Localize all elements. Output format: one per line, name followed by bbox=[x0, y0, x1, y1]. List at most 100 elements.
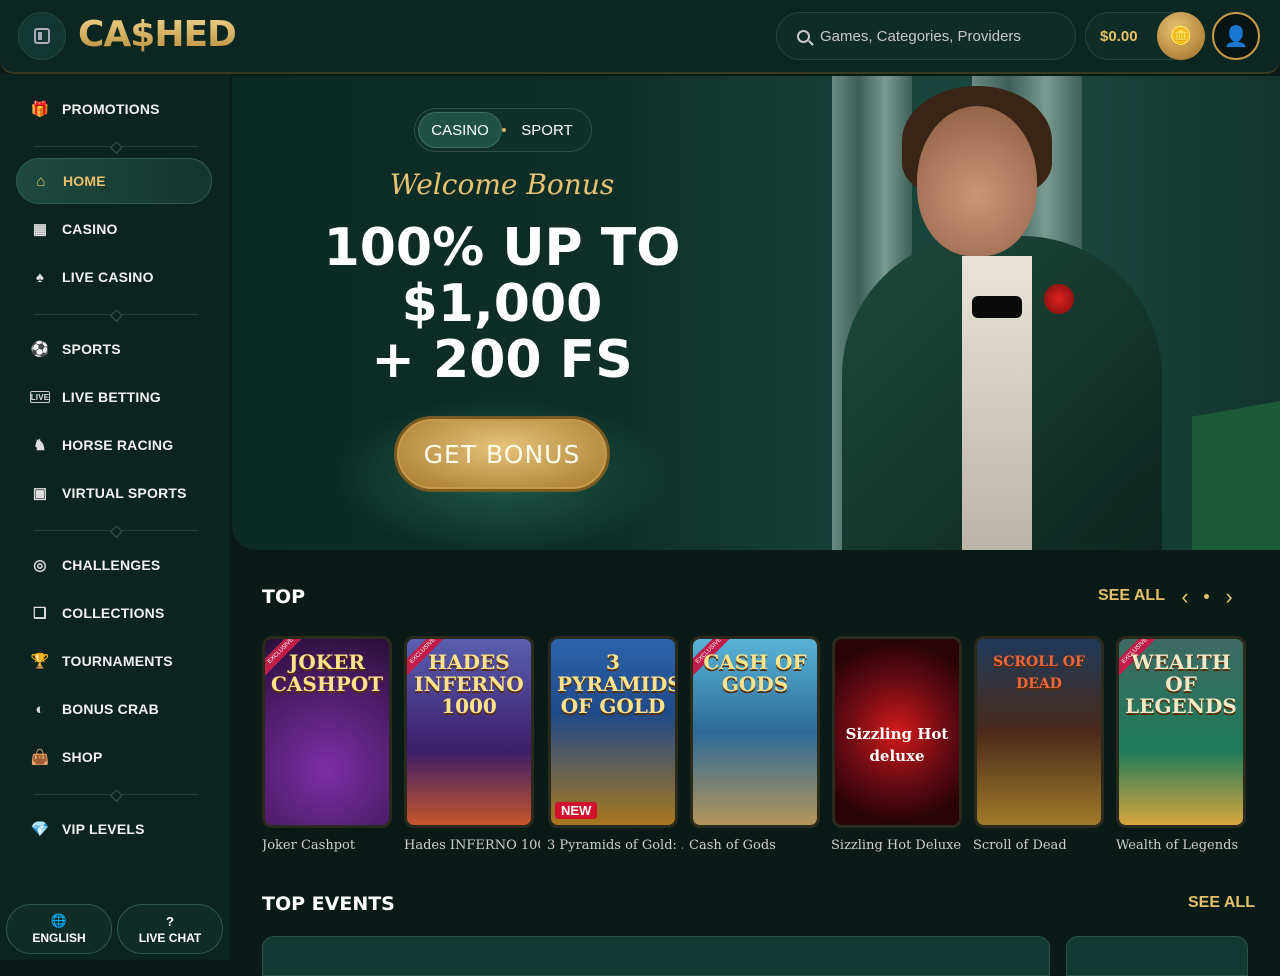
sidebar-item-tournaments[interactable]: 🏆 TOURNAMENTS bbox=[16, 638, 212, 684]
bonus-line-3: + 200 FS bbox=[371, 330, 633, 390]
game-name[interactable]: Sizzling Hot Deluxe bbox=[831, 838, 967, 853]
game-card-3-pyramids[interactable]: 3 PYRAMIDS OF GOLD NEW bbox=[548, 636, 678, 828]
event-card[interactable] bbox=[1066, 936, 1248, 976]
home-icon: ⌂ bbox=[36, 172, 46, 190]
coins-icon: 🪙 bbox=[1169, 25, 1193, 46]
game-name[interactable]: Cash of Gods bbox=[689, 838, 825, 853]
sidebar-toggle-button[interactable] bbox=[18, 12, 66, 60]
bonus-line-1: 100% UP TO bbox=[323, 218, 681, 278]
language-label: ENGLISH bbox=[32, 931, 86, 945]
sidebar-item-challenges[interactable]: ◎ CHALLENGES bbox=[16, 542, 212, 588]
game-name[interactable]: Hades INFERNO 1000 bbox=[404, 838, 540, 853]
divider bbox=[34, 794, 198, 795]
sidebar-item-label: LIVE CASINO bbox=[62, 269, 154, 285]
logo[interactable]: CA$HED bbox=[78, 14, 237, 55]
game-name[interactable]: Wealth of Legends bbox=[1116, 838, 1252, 853]
live-chat-label: LIVE CHAT bbox=[138, 930, 202, 945]
get-bonus-button[interactable]: GET BONUS bbox=[394, 416, 610, 492]
cards-icon: ♠ bbox=[35, 268, 45, 286]
see-all-events-link[interactable]: SEE ALL bbox=[1188, 894, 1255, 912]
hero-man-image bbox=[822, 86, 1162, 550]
next-arrow-icon[interactable]: › bbox=[1216, 584, 1242, 610]
sidebar-item-label: SPORTS bbox=[62, 341, 121, 357]
user-icon: 👤 bbox=[1223, 25, 1249, 48]
divider bbox=[34, 146, 198, 147]
sidebar-item-label: COLLECTIONS bbox=[62, 605, 165, 621]
game-name[interactable]: 3 Pyramids of Gold: ... bbox=[547, 838, 683, 853]
help-icon: ? bbox=[166, 913, 174, 929]
sidebar: 🎁 PROMOTIONS ⌂ HOME ▦ CASINO ♠ LIVE CASINO ⚽… bbox=[0, 74, 230, 960]
game-card-wealth-of-legends[interactable]: EXCLUSIVE WEALTH OF LEGENDS bbox=[1116, 636, 1246, 828]
sidebar-item-label: HORSE RACING bbox=[62, 437, 174, 453]
flag-icon: 🌐 bbox=[50, 913, 68, 928]
see-all-top-link[interactable]: SEE ALL bbox=[1098, 587, 1165, 605]
section-title-top: TOP bbox=[262, 586, 306, 608]
sidebar-item-label: HOME bbox=[63, 173, 106, 189]
search-placeholder: Games, Categories, Providers bbox=[820, 27, 1021, 45]
virtual-screen-icon: ▣ bbox=[32, 485, 48, 502]
sidebar-item-label: VIP LEVELS bbox=[62, 821, 145, 837]
live-chat-button[interactable]: ? LIVE CHAT bbox=[117, 904, 223, 954]
pagination-dot bbox=[1204, 594, 1209, 599]
sidebar-item-sports[interactable]: ⚽ SPORTS bbox=[16, 326, 212, 372]
game-card-hades-inferno[interactable]: EXCLUSIVE HADES INFERNO 1000 bbox=[404, 636, 534, 828]
casino-sport-toggle: CASINO SPORT bbox=[414, 108, 592, 152]
game-card-sizzling-hot[interactable]: Sizzling Hot deluxe bbox=[832, 636, 962, 828]
sidebar-item-label: CHALLENGES bbox=[62, 557, 161, 573]
tab-casino[interactable]: CASINO bbox=[418, 112, 502, 148]
casino-chip-image bbox=[1044, 284, 1074, 314]
sidebar-item-label: BONUS CRAB bbox=[62, 701, 159, 717]
sidebar-item-promotions[interactable]: 🎁 PROMOTIONS bbox=[16, 86, 212, 132]
sidebar-item-label: SHOP bbox=[62, 749, 103, 765]
prev-arrow-icon[interactable]: ‹ bbox=[1172, 584, 1198, 610]
top-header: CA$HED Games, Categories, Providers $0.0… bbox=[0, 0, 1280, 74]
sidebar-item-live-casino[interactable]: ♠ LIVE CASINO bbox=[16, 254, 212, 300]
event-card[interactable] bbox=[262, 936, 1050, 976]
shopping-bag-icon: 👜 bbox=[30, 749, 50, 766]
game-art-title: 3 PYRAMIDS OF GOLD bbox=[557, 650, 678, 718]
game-name[interactable]: Joker Cashpot bbox=[262, 838, 398, 853]
balance-amount: $0.00 bbox=[1100, 27, 1138, 45]
sidebar-item-live-betting[interactable]: LIVE LIVE BETTING bbox=[16, 374, 212, 420]
language-button[interactable]: 🌐 ENGLISH bbox=[6, 904, 112, 954]
game-card-cash-of-gods[interactable]: EXCLUSIVE CASH OF GODS bbox=[690, 636, 820, 828]
profile-button[interactable]: 👤 bbox=[1212, 12, 1260, 60]
divider bbox=[34, 314, 198, 315]
bonus-headline: 100% UP TO $1,000 + 200 FS bbox=[292, 220, 712, 388]
claw-icon: ◐ bbox=[35, 700, 45, 718]
sidebar-item-label: LIVE BETTING bbox=[62, 389, 161, 405]
search-input[interactable]: Games, Categories, Providers bbox=[776, 12, 1076, 60]
game-card-joker-cashpot[interactable]: EXCLUSIVE JOKER CASHPOT bbox=[262, 636, 392, 828]
sidebar-item-shop[interactable]: 👜 SHOP bbox=[16, 734, 212, 780]
sidebar-item-vip-levels[interactable]: 💎 VIP LEVELS bbox=[16, 806, 212, 852]
bonus-line-2: $1,000 bbox=[401, 274, 603, 334]
tab-sport[interactable]: SPORT bbox=[506, 112, 588, 148]
sidebar-item-label: CASINO bbox=[62, 221, 118, 237]
sidebar-item-collections[interactable]: ❏ COLLECTIONS bbox=[16, 590, 212, 636]
game-name[interactable]: Scroll of Dead bbox=[973, 838, 1109, 853]
hero-banner: CASINO SPORT Welcome Bonus 100% UP TO $1… bbox=[232, 76, 1280, 550]
sidebar-toggle-icon bbox=[34, 28, 50, 44]
wallet-button[interactable]: 🪙 bbox=[1157, 12, 1205, 60]
game-card-scroll-of-dead[interactable]: SCROLL OF DEAD bbox=[974, 636, 1104, 828]
divider bbox=[34, 530, 198, 531]
game-art-title: HADES INFERNO 1000 bbox=[414, 650, 524, 718]
game-art-title: JOKER CASHPOT bbox=[271, 650, 384, 696]
trophy-icon: 🏆 bbox=[30, 653, 50, 670]
sidebar-item-casino[interactable]: ▦ CASINO bbox=[16, 206, 212, 252]
sidebar-item-virtual-sports[interactable]: ▣ VIRTUAL SPORTS bbox=[16, 470, 212, 516]
game-art-title: WEALTH OF LEGENDS bbox=[1125, 650, 1237, 718]
sidebar-item-horse-racing[interactable]: ♞ HORSE RACING bbox=[16, 422, 212, 468]
casino-table-image bbox=[1192, 395, 1280, 550]
collection-cards-icon: ❏ bbox=[33, 605, 47, 622]
sidebar-item-bonus-crab[interactable]: ◐ BONUS CRAB bbox=[16, 686, 212, 732]
game-art-title: CASH OF GODS bbox=[703, 650, 807, 696]
welcome-bonus-title: Welcome Bonus bbox=[389, 168, 615, 201]
slot-machine-icon: ▦ bbox=[32, 221, 48, 238]
sidebar-item-home[interactable]: ⌂ HOME bbox=[16, 158, 212, 204]
sidebar-item-label: TOURNAMENTS bbox=[62, 653, 173, 669]
sidebar-item-label: PROMOTIONS bbox=[62, 101, 160, 117]
search-icon bbox=[797, 29, 810, 43]
gift-icon: 🎁 bbox=[30, 101, 50, 118]
live-badge-icon: LIVE bbox=[30, 391, 50, 403]
